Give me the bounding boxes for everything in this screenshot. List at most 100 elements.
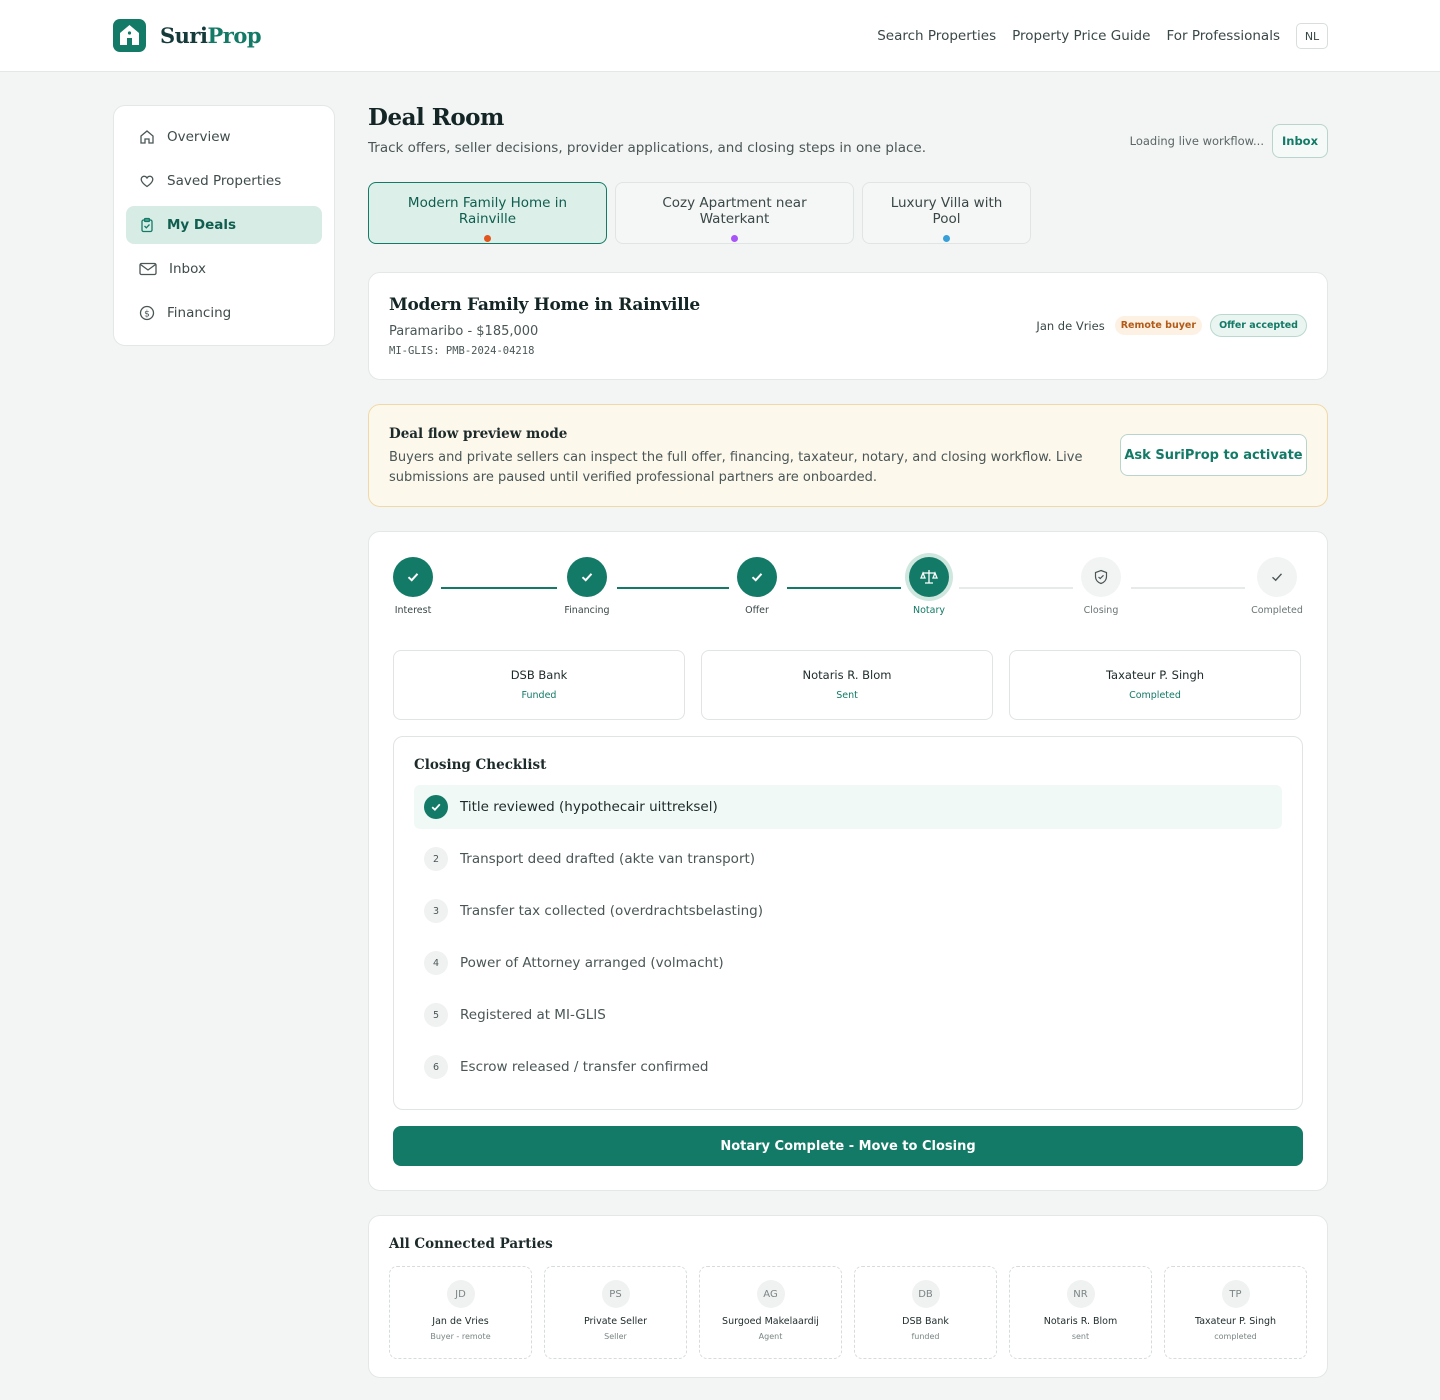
preview-mode-banner: Deal flow preview mode Buyers and privat… [368, 404, 1328, 507]
remote-buyer-badge: Remote buyer [1114, 316, 1203, 335]
move-to-closing-button[interactable]: Notary Complete - Move to Closing [393, 1126, 1303, 1166]
step-closing[interactable]: Closing [1066, 554, 1136, 616]
parties-title: All Connected Parties [389, 1236, 553, 1252]
party-name: Taxateur P. Singh [1194, 1316, 1277, 1327]
sidebar-item-financing[interactable]: $ Financing [126, 294, 322, 332]
buyer-name: Jan de Vries [1036, 318, 1105, 333]
parties-list: JD Jan de Vries Buyer - remote PS Privat… [389, 1266, 1307, 1359]
provider-status: Completed [1129, 690, 1181, 701]
provider-name: DSB Bank [510, 668, 568, 682]
step-label: Financing [564, 605, 610, 616]
checklist-item[interactable]: 4 Power of Attorney arranged (volmacht) [414, 941, 1282, 985]
provider-card[interactable]: DSB Bank Funded [393, 650, 685, 720]
sidebar-item-label: Overview [167, 129, 231, 145]
step-number: 2 [424, 847, 448, 871]
status-dot [943, 235, 950, 242]
closing-checklist: Closing Checklist Title reviewed (hypoth… [393, 736, 1303, 1110]
step-number: 5 [424, 1003, 448, 1027]
sidebar-item-inbox[interactable]: Inbox [126, 250, 322, 288]
avatar: PS [601, 1280, 630, 1308]
nav-search-properties[interactable]: Search Properties [877, 28, 996, 44]
check-icon [581, 573, 593, 582]
provider-card[interactable]: Notaris R. Blom Sent [701, 650, 993, 720]
party-role: Buyer - remote [430, 1332, 491, 1341]
dollar-circle-icon: $ [139, 305, 155, 321]
party-card[interactable]: NR Notaris R. Blom sent [1009, 1266, 1152, 1359]
party-card[interactable]: DB DSB Bank funded [854, 1266, 997, 1359]
checklist-item[interactable]: 6 Escrow released / transfer confirmed [414, 1045, 1282, 1089]
step-number: 3 [424, 899, 448, 923]
sidebar-item-overview[interactable]: Overview [126, 118, 322, 156]
step-notary[interactable]: Notary [894, 554, 964, 616]
check-icon [1272, 573, 1283, 582]
inbox-button[interactable]: Inbox [1272, 124, 1328, 158]
clipboard-check-icon [141, 217, 153, 233]
sidebar-item-label: Financing [167, 305, 232, 321]
tab-label: Modern Family Home in Rainville [407, 195, 568, 227]
property-id: MI-GLIS: PMB-2024-04218 [389, 345, 535, 357]
party-card[interactable]: JD Jan de Vries Buyer - remote [389, 1266, 532, 1359]
party-card[interactable]: PS Private Seller Seller [544, 1266, 687, 1359]
party-role: completed [1214, 1332, 1257, 1341]
checklist-item-label: Transport deed drafted (akte van transpo… [460, 851, 756, 867]
svg-text:$: $ [144, 309, 150, 319]
step-offer[interactable]: Offer [722, 554, 792, 616]
step-completed[interactable]: Completed [1242, 554, 1312, 616]
step-financing[interactable]: Financing [552, 554, 622, 616]
sidebar: Overview Saved Properties My Deals Inbox… [113, 105, 335, 346]
checklist-item[interactable]: 3 Transfer tax collected (overdrachtsbel… [414, 889, 1282, 933]
status-dot [731, 235, 738, 242]
party-card[interactable]: AG Surgoed Makelaardij Agent [699, 1266, 842, 1359]
checklist-item-label: Escrow released / transfer confirmed [460, 1059, 709, 1075]
checklist-item[interactable]: 5 Registered at MI-GLIS [414, 993, 1282, 1037]
house-logo-icon [113, 19, 146, 52]
tab-deal-rainville[interactable]: Modern Family Home in Rainville [368, 182, 607, 244]
sidebar-item-saved-properties[interactable]: Saved Properties [126, 162, 322, 200]
avatar: JD [446, 1280, 475, 1308]
page-title: Deal Room [368, 104, 504, 131]
checklist-item-label: Registered at MI-GLIS [460, 1007, 606, 1023]
top-nav: Search Properties Property Price Guide F… [877, 23, 1328, 49]
party-role: sent [1071, 1332, 1090, 1341]
checklist-item-label: Title reviewed (hypothecair uittreksel) [460, 799, 718, 815]
provider-name: Notaris R. Blom [802, 668, 892, 682]
tab-label: Luxury Villa with Pool [890, 195, 1003, 227]
party-name: Notaris R. Blom [1043, 1316, 1118, 1327]
property-location-price: Paramaribo - $185,000 [389, 324, 539, 339]
heart-icon [140, 175, 154, 188]
nav-for-professionals[interactable]: For Professionals [1166, 28, 1280, 44]
step-connector [441, 587, 557, 589]
nav-price-guide[interactable]: Property Price Guide [1012, 28, 1150, 44]
checklist-item[interactable]: Title reviewed (hypothecair uittreksel) [414, 785, 1282, 829]
logo[interactable]: SuriProp [113, 19, 262, 52]
avatar: AG [756, 1280, 785, 1308]
brand-name: SuriProp [160, 23, 262, 48]
tab-deal-waterkant[interactable]: Cozy Apartment near Waterkant [615, 182, 854, 244]
tab-label: Cozy Apartment near Waterkant [662, 195, 807, 227]
party-name: Jan de Vries [432, 1316, 489, 1327]
check-icon [407, 573, 419, 582]
party-name: Surgoed Makelaardij [722, 1316, 819, 1327]
step-label: Offer [745, 605, 769, 616]
step-number: 4 [424, 951, 448, 975]
property-title: Modern Family Home in Rainville [389, 295, 700, 315]
sidebar-item-label: Inbox [169, 261, 206, 277]
checklist-item-label: Power of Attorney arranged (volmacht) [460, 955, 724, 971]
scale-icon [920, 570, 938, 584]
activate-button[interactable]: Ask SuriProp to activate [1120, 434, 1307, 476]
party-card[interactable]: TP Taxateur P. Singh completed [1164, 1266, 1307, 1359]
party-name: Private Seller [583, 1316, 648, 1327]
step-label: Notary [913, 605, 945, 616]
step-connector [959, 587, 1073, 589]
loading-status: Loading live workflow... [1129, 134, 1264, 148]
avatar: DB [911, 1280, 940, 1308]
shield-icon [1094, 569, 1108, 585]
step-label: Completed [1251, 605, 1303, 616]
step-interest[interactable]: Interest [378, 554, 448, 616]
provider-card[interactable]: Taxateur P. Singh Completed [1009, 650, 1301, 720]
sidebar-item-my-deals[interactable]: My Deals [126, 206, 322, 244]
tab-deal-villa[interactable]: Luxury Villa with Pool [862, 182, 1031, 244]
language-toggle[interactable]: NL [1296, 23, 1328, 49]
checklist-item[interactable]: 2 Transport deed drafted (akte van trans… [414, 837, 1282, 881]
step-circle [1257, 557, 1297, 597]
